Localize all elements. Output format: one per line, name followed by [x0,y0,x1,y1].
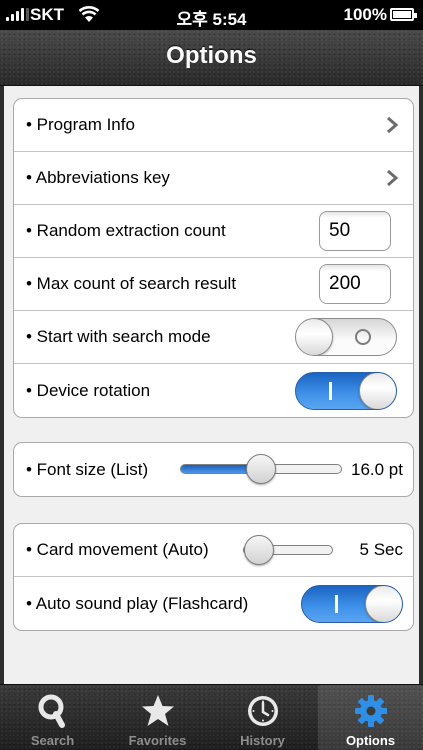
search-icon [38,694,65,728]
tab-history[interactable]: History [210,685,315,750]
auto-sound-play-row: • Auto sound play (Flashcard) [14,577,413,630]
font-size-value: 16.0 pt [351,459,403,479]
switch-knob[interactable] [359,372,396,409]
random-extraction-count-field[interactable]: 50 [319,211,391,251]
abbreviations-key-row[interactable]: • Abbreviations key [14,152,413,205]
card-options-group: • Card movement (Auto) 5 Sec • Auto soun… [13,523,414,631]
font-size-label: • Font size (List) [26,459,149,479]
switch-knob[interactable] [365,585,402,622]
clock-icon [247,696,278,726]
max-search-result-field[interactable]: 200 [319,264,391,304]
tab-search[interactable]: Search [0,685,105,750]
abbreviations-key-label: • Abbreviations key [26,168,170,187]
switch-on-mark [335,594,338,613]
tab-options[interactable]: Options [318,685,423,750]
battery-icon [390,8,417,21]
max-search-result-row: • Max count of search result 200 [14,258,413,311]
card-movement-value: 5 Sec [359,540,403,559]
switch-off-mark [355,329,371,345]
device-rotation-toggle[interactable] [295,371,397,410]
tab-options-label: Options [345,733,396,748]
page-title: Options [166,42,257,69]
gear-icon [354,695,387,727]
start-with-search-mode-toggle[interactable] [295,318,397,356]
tab-bar: Search Favorites History Options [0,684,423,750]
program-info-label: • Program Info [26,115,135,134]
battery-percentage: 100% [343,5,387,24]
card-movement-slider-thumb[interactable] [244,535,275,565]
tab-favorites[interactable]: Favorites [105,685,210,750]
random-extraction-count-label: • Random extraction count [26,221,226,240]
card-movement-label: • Card movement (Auto) [26,540,209,559]
navigation-bar: Options [0,30,423,86]
font-size-slider-thumb[interactable] [246,454,276,484]
card-movement-row: • Card movement (Auto) 5 Sec [14,524,413,577]
font-size-row: • Font size (List) 16.0 pt [14,443,413,496]
auto-sound-play-toggle[interactable] [301,584,403,623]
chevron-right-icon [387,116,399,134]
start-with-search-mode-row: • Start with search mode [14,311,413,364]
device-rotation-label: • Device rotation [26,380,151,400]
switch-on-mark [329,381,332,400]
max-search-result-label: • Max count of search result [26,274,237,293]
switch-knob[interactable] [296,319,333,355]
tab-favorites-label: Favorites [128,733,187,748]
options-content[interactable]: • Program Info • Abbreviations key • Ran… [0,86,423,684]
tab-search-label: Search [30,733,75,748]
random-extraction-count-row: • Random extraction count 50 [14,205,413,258]
status-bar: SKT 오후 5:54 100% [0,0,423,30]
chevron-right-icon [387,169,399,187]
font-options-group: • Font size (List) 16.0 pt [13,442,414,497]
general-options-group: • Program Info • Abbreviations key • Ran… [13,98,414,418]
auto-sound-play-label: • Auto sound play (Flashcard) [26,593,249,613]
star-icon [141,695,174,726]
program-info-row[interactable]: • Program Info [14,99,413,152]
tab-history-label: History [240,733,285,748]
start-with-search-mode-label: • Start with search mode [26,327,211,346]
device-rotation-row: • Device rotation [14,364,413,417]
